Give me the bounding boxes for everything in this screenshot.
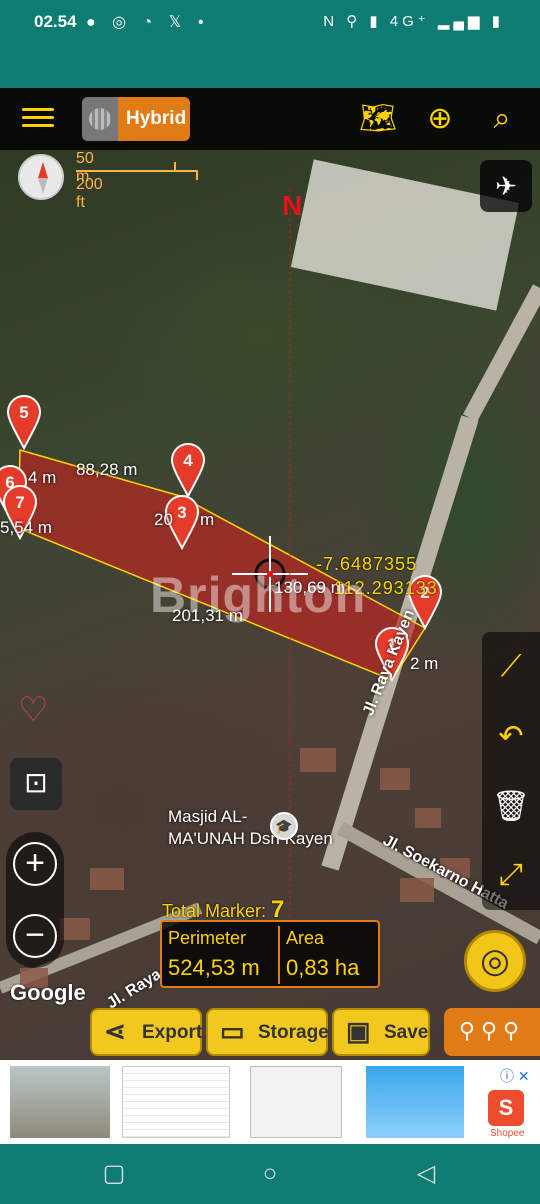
menu-button[interactable] xyxy=(16,103,60,135)
area-label: Area xyxy=(286,928,325,948)
road-segment xyxy=(462,284,540,422)
trash-icon: 🗑 xyxy=(491,790,531,823)
edge-length-label: 5,54 m xyxy=(0,518,52,537)
save-button[interactable]: ▣ Save xyxy=(332,1008,430,1056)
plus-icon: + xyxy=(25,844,45,882)
map-type-label: Hybrid xyxy=(126,108,187,129)
ad-info-icon[interactable]: ⓘ ✕ xyxy=(500,1066,530,1086)
ad-image xyxy=(122,1066,230,1138)
ad-image xyxy=(366,1066,464,1138)
export-label: Export xyxy=(142,1022,203,1043)
system-status-icons: N ⚲ ▮ 4G⁺ ▂▄▆ ▮ xyxy=(323,13,504,30)
marker-number: 5 xyxy=(19,403,28,422)
zoom-controls: + − xyxy=(6,832,64,968)
watermark-text: Brighton xyxy=(150,567,367,623)
map-layers-icon[interactable]: 🗺 xyxy=(358,99,398,139)
expand-icon: ⤢ xyxy=(499,858,523,891)
zoom-in-button[interactable]: + xyxy=(13,842,57,886)
edge-length-label: 2 m xyxy=(410,654,439,673)
app-screen: 02.54 ● ◎ ◔ 𝕏 • N ⚲ ▮ 4G⁺ ▂▄▆ ▮ 1 2 3 4 … xyxy=(0,0,540,1204)
perimeter-label: Perimeter xyxy=(168,928,247,948)
edge-length-label: 4 m xyxy=(28,468,57,487)
measurement-summary: Perimeter 524,53 m Area 0,83 ha xyxy=(160,920,380,988)
save-label: Save xyxy=(384,1022,429,1043)
recents-button[interactable]: ▢ xyxy=(100,1160,128,1188)
storage-label: Storage xyxy=(258,1022,329,1043)
ad-banner[interactable]: ⓘ ✕ S Shopee xyxy=(0,1060,540,1144)
status-bar: 02.54 ● ◎ ◔ 𝕏 • N ⚲ ▮ 4G⁺ ▂▄▆ ▮ xyxy=(0,0,540,88)
home-button[interactable]: ○ xyxy=(256,1160,284,1188)
location-globe-icon[interactable]: ⊕ xyxy=(420,99,460,139)
notification-icons: ● ◎ ◔ 𝕏 • xyxy=(86,14,210,31)
minus-icon: − xyxy=(25,916,45,954)
north-indicator: N xyxy=(282,190,303,221)
ad-image xyxy=(250,1066,342,1138)
marker-number: 3 xyxy=(177,503,186,522)
edge-length-label: 88,28 m xyxy=(76,460,138,479)
total-marker-value: 7 xyxy=(271,896,285,923)
navigation-bar: ▢ ○ ◁ xyxy=(0,1144,540,1204)
square-icon: ▢ xyxy=(102,1160,126,1187)
circle-icon: ○ xyxy=(262,1160,278,1187)
undo-icon: ↶ xyxy=(498,720,524,753)
satellite-icon: ✈ xyxy=(495,171,517,201)
search-icon[interactable]: ⌕ xyxy=(482,99,522,139)
area-value: 0,83 ha xyxy=(286,955,360,980)
undo-button[interactable]: ↶ xyxy=(490,716,532,758)
share-icon: ⋖ xyxy=(104,1016,126,1046)
delete-button[interactable]: 🗑 xyxy=(490,786,532,828)
top-toolbar: Hybrid 🗺 ⊕ ⌕ xyxy=(0,88,540,150)
menu-icon xyxy=(22,108,54,111)
my-location-button[interactable]: ◎ xyxy=(464,930,526,992)
markers-button[interactable]: ⚲⚲⚲ xyxy=(444,1008,540,1056)
edit-tools-panel: ⟋ ↶ 🗑 ⤢ xyxy=(482,632,540,910)
total-marker-label: Total Marker: xyxy=(162,901,267,921)
google-logo: Google xyxy=(10,980,86,1005)
marker-number: 4 xyxy=(183,451,193,470)
scale-imperial: 200 ft xyxy=(76,176,103,211)
perimeter-value: 524,53 m xyxy=(168,955,260,980)
gps-toggle-button[interactable]: ✈ xyxy=(480,160,532,212)
ad-image xyxy=(10,1066,110,1138)
target-icon: ◎ xyxy=(480,942,510,980)
heart-icon[interactable]: ♡ xyxy=(18,690,48,730)
marker-number: 7 xyxy=(15,493,24,512)
marker-pin-icon[interactable]: 5 xyxy=(6,395,42,451)
floppy-icon: ▣ xyxy=(346,1016,371,1046)
focus-frame-icon: ⊡ xyxy=(24,767,48,798)
marker-pin-icon[interactable]: 4 xyxy=(170,443,206,499)
edge-length-label: 20 xyxy=(154,510,173,529)
node-edit-icon: ⟋ xyxy=(500,650,522,683)
triangle-back-icon: ◁ xyxy=(416,1160,436,1187)
storage-button[interactable]: ▭ Storage xyxy=(206,1008,329,1056)
poi-name-line2: MA'UNAH Dsn Kayen xyxy=(168,829,333,848)
poi-name-line1: Masjid AL- xyxy=(168,807,248,826)
fit-bounds-button[interactable]: ⤢ xyxy=(490,854,532,896)
map-type-button[interactable]: Hybrid xyxy=(82,97,190,141)
export-button[interactable]: ⋖ Export xyxy=(90,1008,202,1056)
back-button[interactable]: ◁ xyxy=(412,1160,440,1188)
globe-icon xyxy=(82,97,118,141)
zoom-out-button[interactable]: − xyxy=(13,914,57,958)
folder-icon: ▭ xyxy=(220,1016,245,1046)
compass-icon[interactable] xyxy=(18,154,64,200)
status-time: 02.54 xyxy=(34,12,77,31)
markers-pin-icon: ⚲⚲⚲ xyxy=(458,1018,526,1043)
shopee-label: Shopee xyxy=(490,1128,525,1139)
add-point-button[interactable]: ⟋ xyxy=(490,646,532,688)
mosque-icon[interactable]: 🎓 xyxy=(270,812,298,840)
edge-length-label-suffix: m xyxy=(200,510,215,529)
poi-label: Masjid AL- MA'UNAH Dsn Kayen xyxy=(168,806,333,850)
focus-button[interactable]: ⊡ xyxy=(10,758,62,810)
shopee-logo: S xyxy=(488,1090,524,1126)
